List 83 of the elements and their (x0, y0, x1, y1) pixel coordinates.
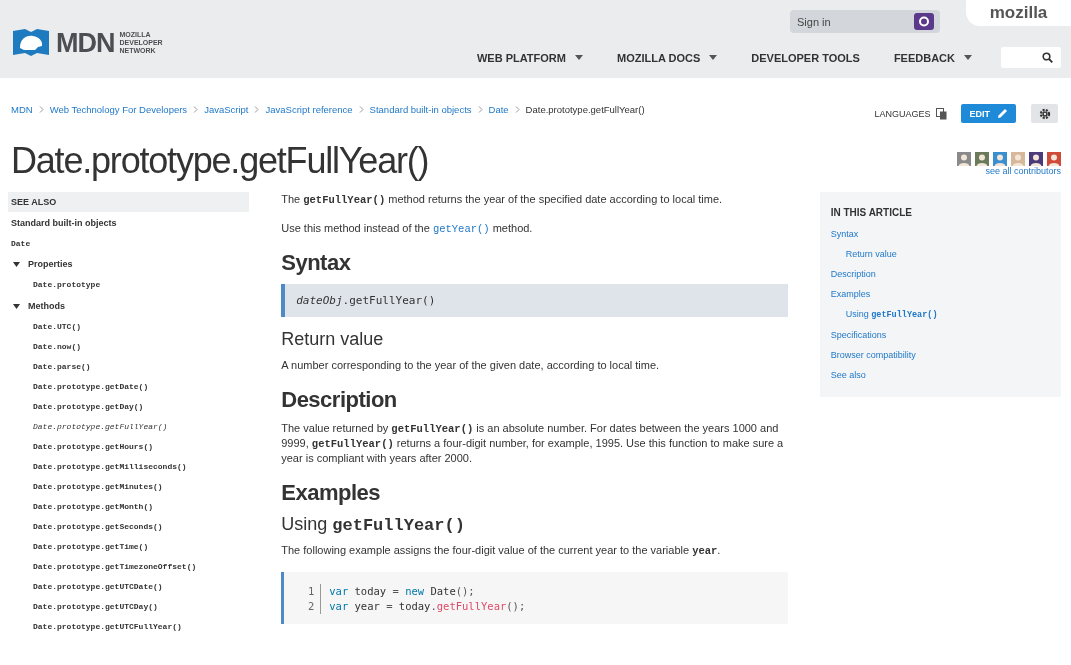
nav-menu-item[interactable]: DEVELOPER TOOLS (734, 51, 877, 64)
toc-link[interactable]: Description (830, 264, 1050, 284)
sidebar-item[interactable]: Date.prototype.getUTCDate() (8, 577, 250, 597)
chevron-icon (477, 106, 483, 113)
paragraph: The getFullYear() method returns the year of the specified date according to local time. (281, 192, 724, 207)
sidebar-item[interactable]: Date.prototype.getMonth() (8, 497, 250, 517)
toc-link[interactable]: Syntax (830, 224, 1050, 244)
breadcrumb-link[interactable]: Web Technology For Developers (49, 104, 188, 115)
sidebar-item[interactable]: Date.parse() (8, 357, 250, 377)
sidebar-item[interactable]: Date.prototype.getDate() (8, 377, 250, 397)
chevron-icon (514, 106, 520, 113)
chevron-icon (254, 106, 260, 113)
pencil-icon (997, 108, 1008, 119)
breadcrumb-link[interactable]: JavaScript reference (265, 104, 353, 115)
see-also-heading: SEE ALSO (8, 192, 250, 212)
sidebar-item[interactable]: Date.prototype.getHours() (8, 437, 250, 457)
chevron-icon (193, 106, 199, 113)
sidebar-item[interactable]: Date.prototype.getUTCFullYear() (8, 617, 250, 637)
code-line: var year = today.getFullYear(); (329, 599, 526, 614)
line-number: 2 (300, 599, 322, 614)
search-field[interactable] (1001, 47, 1061, 68)
breadcrumb-link[interactable]: MDN (11, 104, 33, 115)
sidebar-item[interactable]: Date.prototype.getFullYear() (8, 417, 250, 437)
disclosure-triangle-icon[interactable] (13, 261, 20, 267)
sidebar-item[interactable]: Date.prototype.getMinutes() (8, 477, 250, 497)
settings-icon (1038, 107, 1051, 120)
search-icon (1042, 52, 1053, 63)
subsection-heading: Using getFullYear() (281, 514, 466, 535)
sidebar-heading: Date (10, 238, 32, 250)
subsection-heading: Return value (281, 329, 385, 350)
logo-wordmark[interactable]: MDN (56, 27, 115, 59)
toc-link[interactable]: Specifications (830, 325, 1050, 345)
avatar[interactable] (1047, 152, 1061, 166)
sidebar-item[interactable]: Date.prototype (8, 275, 250, 295)
translate-icon[interactable] (936, 107, 948, 120)
breadcrumb-link[interactable]: Standard built-in objects (369, 104, 472, 115)
section-heading: Description (281, 387, 398, 413)
section-heading: Syntax (281, 250, 352, 276)
github-icon (914, 13, 934, 30)
paragraph: The value returned by getFullYear() is an absolute number. For dates between the years 1000 and 9999, getFullYear() returns a four-digit number, for example, 1995. Use this function to make sure a year is compliant with years after 2000. (281, 421, 785, 466)
sidebar-item[interactable]: Date.prototype.getUTCDay() (8, 597, 250, 617)
sidebar-item[interactable]: Date.prototype.getDay() (8, 397, 250, 417)
sidebar-item[interactable]: Date.prototype.getSeconds() (8, 517, 250, 537)
chevron-icon (358, 106, 364, 113)
section-heading: Examples (281, 480, 381, 506)
nav-menu-item[interactable]: FEEDBACK (876, 51, 989, 64)
toc-link[interactable]: Using getFullYear() (830, 304, 1050, 325)
breadcrumb-link[interactable]: Date (488, 104, 509, 115)
toc-link[interactable]: Return value (830, 244, 1050, 264)
toc-heading: IN THIS ARTICLE (830, 207, 913, 218)
sidebar-item[interactable]: Date.UTC() (8, 317, 250, 337)
syntax-box: dateObj.getFullYear() (281, 284, 788, 317)
disclosure-triangle-icon[interactable] (13, 303, 20, 309)
current-page-crumb[interactable]: Date.prototype.getFullYear() (525, 104, 645, 115)
sidebar-item[interactable]: Date.prototype.getMilliseconds() (8, 457, 250, 477)
toc-link[interactable]: Examples (830, 284, 1050, 304)
line-number: 1 (300, 584, 322, 599)
mozilla-tab[interactable]: mozilla (966, 0, 1071, 26)
sidebar-group-toggle[interactable]: Properties (28, 259, 73, 269)
nav-menu-item[interactable]: MOZILLA DOCS (599, 51, 735, 64)
code-line: var today = new Date(); (329, 584, 475, 599)
sidebar-item[interactable]: Date.prototype.getTimezoneOffset() (8, 557, 250, 577)
dinosaur-logo-icon[interactable] (11, 28, 51, 58)
paragraph: The following example assigns the four-digit value of the current year to the variable year. (281, 543, 722, 558)
nav-menu-item[interactable]: WEB PLATFORM (459, 51, 600, 64)
paragraph: Use this method instead of the getYear() method. (281, 221, 534, 236)
languages-link[interactable]: LANGUAGES (874, 108, 931, 119)
settings-button[interactable] (1031, 104, 1058, 123)
sign-in-button[interactable]: Sign in (790, 10, 940, 33)
sidebar-group-toggle[interactable]: Methods (28, 301, 65, 311)
avatar[interactable] (975, 152, 989, 166)
chevron-icon (38, 106, 44, 113)
sidebar-link[interactable]: Standard built-in objects (8, 212, 250, 234)
toc-link[interactable]: Browser compatibility (830, 345, 1050, 365)
edit-button[interactable]: EDIT (961, 104, 1016, 123)
sidebar-item[interactable]: Date.prototype.getTime() (8, 537, 250, 557)
sidebar-item[interactable]: Date.now() (8, 337, 250, 357)
contributors-link[interactable]: see all contributors (985, 166, 1061, 176)
breadcrumb-link[interactable]: JavaScript (204, 104, 249, 115)
toc-link[interactable]: See also (830, 365, 1050, 385)
paragraph: A number corresponding to the year of the given date, according to local time. (281, 358, 661, 373)
avatar[interactable] (1029, 152, 1043, 166)
page-title: Date.prototype.getFullYear() (11, 140, 429, 183)
